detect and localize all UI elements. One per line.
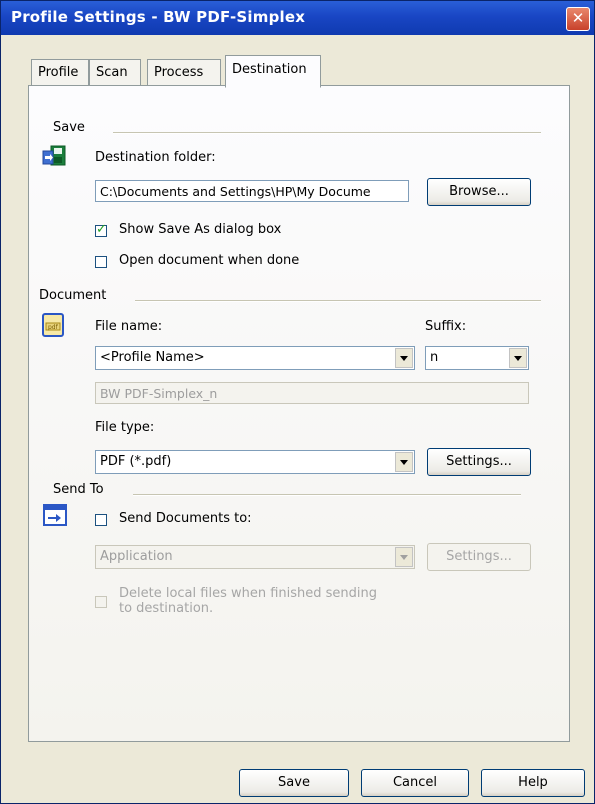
application-dropdown: Application bbox=[95, 545, 415, 569]
save-section-divider bbox=[113, 132, 541, 134]
close-button[interactable]: ✕ bbox=[566, 7, 590, 31]
destination-folder-label: Destination folder: bbox=[95, 150, 216, 165]
file-name-label: File name: bbox=[95, 319, 163, 334]
file-type-label: File type: bbox=[95, 420, 155, 435]
button-bar: Save Cancel Help bbox=[1, 761, 594, 803]
svg-text:pdf: pdf bbox=[48, 324, 59, 331]
tab-destination[interactable]: Destination bbox=[225, 55, 321, 88]
window-title: Profile Settings - BW PDF-Simplex bbox=[11, 8, 306, 26]
send-settings-button: Settings... bbox=[427, 543, 531, 571]
save-button[interactable]: Save bbox=[239, 769, 349, 797]
chevron-down-icon bbox=[395, 547, 413, 567]
document-section-divider bbox=[135, 300, 541, 302]
browse-button[interactable]: Browse... bbox=[427, 178, 531, 206]
save-folder-icon bbox=[42, 145, 66, 166]
send-documents-label: Send Documents to: bbox=[119, 511, 252, 526]
file-name-dropdown[interactable]: <Profile Name> bbox=[95, 346, 415, 370]
tab-profile[interactable]: Profile bbox=[31, 59, 89, 86]
delete-local-files-checkbox bbox=[95, 596, 107, 608]
open-when-done-checkbox[interactable] bbox=[95, 256, 107, 268]
title-bar: Profile Settings - BW PDF-Simplex ✕ bbox=[1, 1, 594, 35]
tab-process[interactable]: Process bbox=[147, 59, 221, 86]
destination-panel: Save Destination folder: C:\Documents an… bbox=[28, 85, 570, 742]
help-button[interactable]: Help bbox=[481, 769, 585, 797]
suffix-label: Suffix: bbox=[425, 319, 467, 334]
chevron-down-icon[interactable] bbox=[509, 348, 527, 368]
send-to-section-divider bbox=[133, 494, 521, 496]
destination-folder-input[interactable]: C:\Documents and Settings\HP\My Docume bbox=[95, 180, 409, 202]
save-section-heading: Save bbox=[53, 120, 85, 135]
file-name-preview: BW PDF-Simplex_n bbox=[95, 382, 529, 404]
open-when-done-label: Open document when done bbox=[119, 253, 300, 268]
tab-scan[interactable]: Scan bbox=[89, 59, 141, 86]
profile-settings-dialog: Profile Settings - BW PDF-Simplex ✕ Prof… bbox=[0, 0, 595, 804]
delete-local-files-label: Delete local files when finished sending… bbox=[119, 586, 378, 616]
chevron-down-icon[interactable] bbox=[395, 452, 413, 472]
show-save-as-checkbox[interactable] bbox=[95, 222, 107, 237]
chevron-down-icon[interactable] bbox=[395, 348, 413, 368]
send-to-icon bbox=[43, 504, 67, 526]
show-save-as-label: Show Save As dialog box bbox=[119, 222, 282, 237]
file-type-settings-button[interactable]: Settings... bbox=[427, 448, 531, 476]
pdf-document-icon: pdf bbox=[42, 313, 64, 337]
file-type-dropdown[interactable]: PDF (*.pdf) bbox=[95, 450, 415, 474]
close-icon: ✕ bbox=[571, 9, 585, 27]
document-section-heading: Document bbox=[39, 288, 107, 303]
cancel-button[interactable]: Cancel bbox=[361, 769, 469, 797]
send-to-section-heading: Send To bbox=[53, 482, 104, 497]
suffix-dropdown[interactable]: n bbox=[425, 346, 529, 370]
send-documents-checkbox[interactable] bbox=[95, 514, 107, 526]
